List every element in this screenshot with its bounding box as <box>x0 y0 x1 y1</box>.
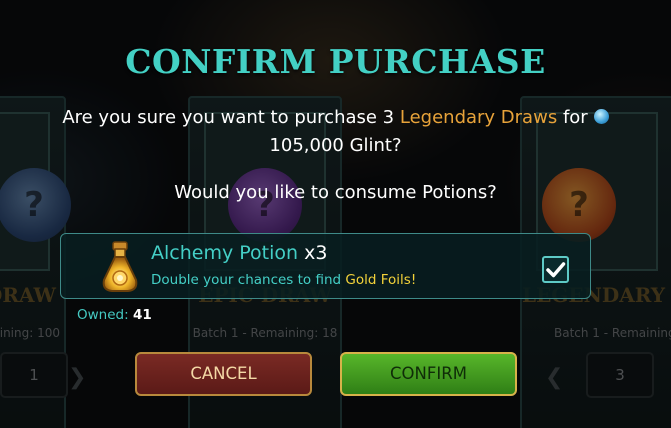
potion-name: Alchemy Potion x3 <box>151 242 327 264</box>
potion-question: Would you like to consume Potions? <box>174 182 497 203</box>
potion-option[interactable]: Alchemy Potion x3 Double your chances to… <box>60 233 591 299</box>
confirm-button[interactable]: CONFIRM <box>340 352 517 396</box>
potion-quantity: x3 <box>304 242 328 264</box>
purchase-question: Are you sure you want to purchase 3 Lege… <box>0 104 671 160</box>
potion-desc-prefix: Double your chances to find <box>151 272 342 288</box>
owned-value: 41 <box>132 307 152 323</box>
glint-currency-icon <box>593 109 609 124</box>
price-text: 105,000 Glint? <box>269 135 402 156</box>
potion-name-label: Alchemy Potion <box>151 242 299 264</box>
item-name: Legendary Draws <box>399 107 558 128</box>
question-prefix: Are you sure you want to purchase 3 <box>62 107 395 128</box>
question-for: for <box>562 107 588 128</box>
consume-potion-checkbox[interactable] <box>542 256 569 283</box>
checkmark-icon <box>546 262 566 278</box>
alchemy-potion-icon <box>102 241 138 292</box>
potion-description: Double your chances to find Gold Foils! <box>151 272 416 288</box>
dialog-title: CONFIRM PURCHASE <box>125 42 546 81</box>
cancel-button[interactable]: CANCEL <box>135 352 312 396</box>
potion-desc-highlight: Gold Foils! <box>345 272 417 288</box>
owned-count: Owned: 41 <box>77 307 152 323</box>
owned-label: Owned: <box>77 307 129 323</box>
